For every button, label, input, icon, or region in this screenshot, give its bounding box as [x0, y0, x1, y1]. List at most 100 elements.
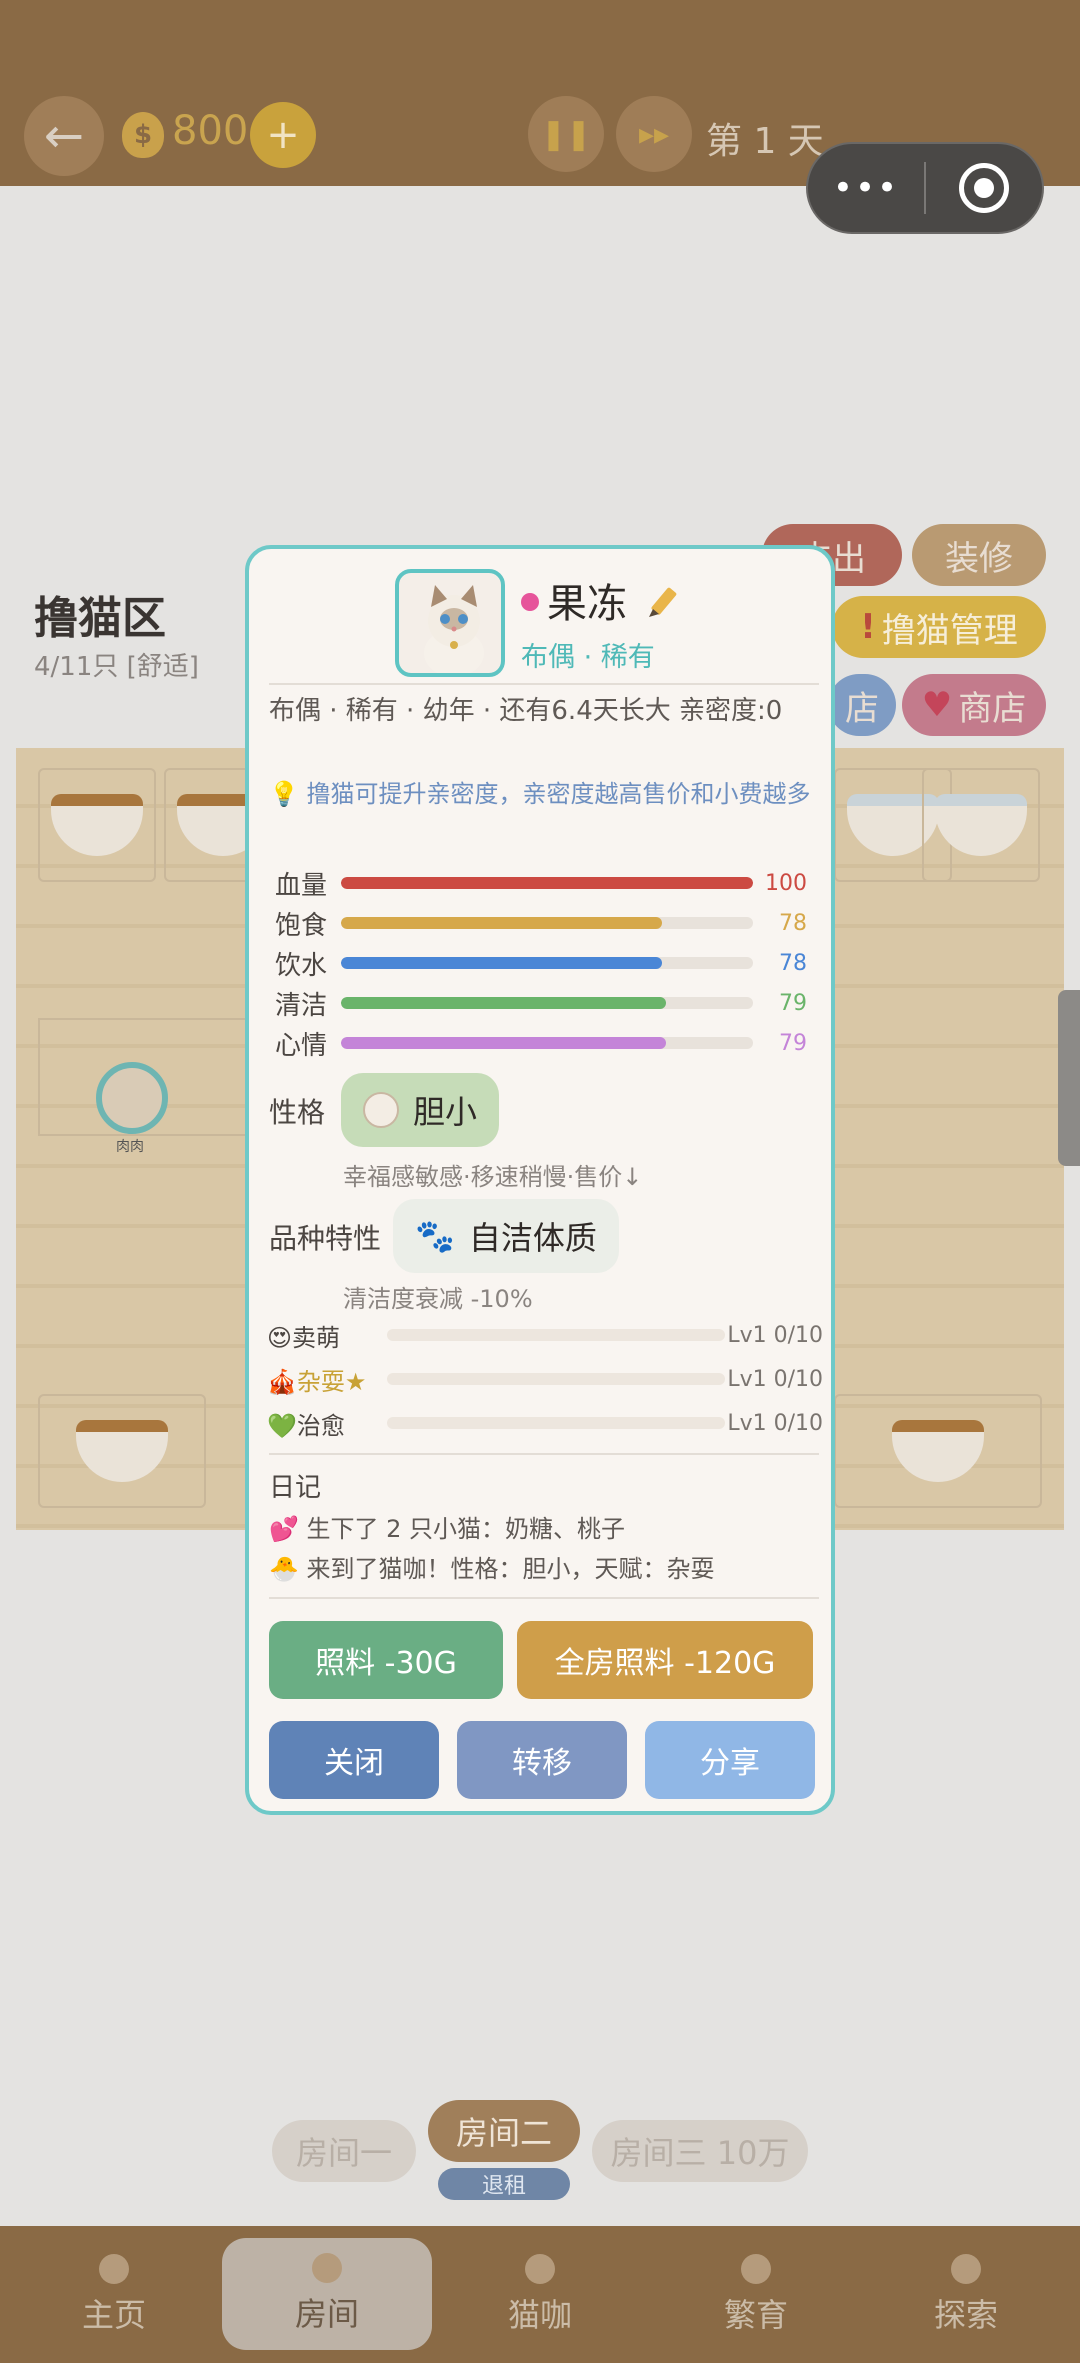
stat-row: 血量 100: [275, 863, 815, 903]
pause-button[interactable]: ❚❚: [528, 96, 604, 172]
skill-row: 💚治愈 Lv1 0/10: [267, 1403, 823, 1443]
care-button[interactable]: 照料 -30G: [269, 1621, 503, 1699]
divider: [269, 683, 819, 685]
back-button[interactable]: ←: [24, 96, 104, 176]
breed-trait-chip: 🐾 自洁体质: [393, 1199, 619, 1273]
skill-progress-bar: [387, 1417, 725, 1429]
water-bowl-icon: [935, 794, 1027, 856]
hearts-icon: 💕: [269, 1515, 299, 1543]
breed-trait-label: 品种特性: [269, 1222, 382, 1255]
add-coins-button[interactable]: +: [250, 102, 316, 168]
nav-breed[interactable]: 繁育: [648, 2226, 864, 2363]
stat-bar-fill: [341, 877, 753, 889]
cat-breed-rarity: 布偶 · 稀有: [521, 642, 655, 673]
stat-row: 清洁 79: [275, 983, 815, 1023]
skill-row: 🎪杂耍★ Lv1 0/10: [267, 1359, 823, 1399]
stat-bar: [341, 877, 753, 889]
chick-icon: 🐣: [269, 1555, 299, 1583]
gender-dot-icon: [521, 593, 539, 611]
money-bag-icon: $: [122, 112, 164, 158]
skill-name: 😍卖萌: [267, 1323, 341, 1352]
decorate-button[interactable]: 装修: [912, 524, 1046, 586]
stat-bar: [341, 957, 753, 969]
stat-label: 血量: [275, 870, 328, 901]
store-button-partial[interactable]: 店: [828, 674, 896, 736]
more-options-button[interactable]: •••: [808, 168, 924, 208]
cancel-lease-button[interactable]: 退租: [438, 2168, 570, 2200]
food-bowl-slot[interactable]: [834, 1394, 1042, 1508]
room-tab-3[interactable]: 房间三 10万: [592, 2120, 808, 2182]
pause-icon: ❚❚: [540, 116, 592, 152]
cat-management-button[interactable]: ! 撸猫管理: [832, 596, 1046, 658]
cat-name: 果冻: [547, 581, 627, 627]
star-icon: ★: [344, 1367, 367, 1396]
water-bowl-slot[interactable]: [922, 768, 1040, 882]
food-bowl-icon: [892, 1420, 984, 1482]
stat-label: 饮水: [275, 950, 328, 981]
food-bowl-icon: [76, 1420, 168, 1482]
cat-sprite[interactable]: [96, 1062, 168, 1134]
target-circle-icon: [959, 163, 1009, 213]
stat-row: 心情 79: [275, 1023, 815, 1063]
skill-progress-bar: [387, 1373, 725, 1385]
plus-icon: +: [266, 112, 300, 158]
skill-row: 😍卖萌 Lv1 0/10: [267, 1315, 823, 1355]
diary-entry: 🐣 来到了猫咖！性格：胆小，天赋：杂耍: [269, 1555, 715, 1583]
explore-icon: [951, 2253, 981, 2284]
skill-icon: 💚: [267, 1411, 297, 1440]
room-tab-1[interactable]: 房间一: [272, 2120, 416, 2182]
area-capacity: 4/11只 [舒适]: [34, 652, 199, 682]
cafe-icon: [525, 2253, 555, 2284]
stat-row: 饮水 78: [275, 943, 815, 983]
transfer-button[interactable]: 转移: [457, 1721, 627, 1799]
more-dots-icon: •••: [832, 168, 900, 208]
timid-cat-icon: [363, 1092, 399, 1128]
food-bowl-slot[interactable]: [38, 1394, 206, 1508]
skill-name: 💚治愈: [267, 1411, 345, 1440]
lightbulb-icon: 💡: [269, 780, 299, 808]
cat-description: 布偶 · 稀有 · 幼年 · 还有6.4天长大 亲密度:0: [269, 696, 783, 726]
food-bowl-icon: [51, 794, 143, 856]
divider: [269, 1453, 819, 1455]
home-icon: [99, 2253, 129, 2284]
side-panel-handle[interactable]: [1058, 990, 1080, 1166]
personality-label: 性格: [269, 1096, 326, 1129]
nav-explore[interactable]: 探索: [858, 2226, 1074, 2363]
affinity-tip: 💡 撸猫可提升亲密度，亲密度越高售价和小费越多: [269, 780, 811, 808]
coin-balance: 800: [172, 108, 249, 154]
skill-name: 🎪杂耍★: [267, 1367, 367, 1396]
stat-label: 心情: [275, 1030, 328, 1061]
skill-icon: 🎪: [267, 1367, 297, 1396]
personality-chip: 胆小: [341, 1073, 500, 1147]
food-bowl-slot[interactable]: [38, 768, 156, 882]
personality-effect: 幸福感敏感·移速稍慢·售价↓: [343, 1163, 643, 1191]
skill-progress-bar: [387, 1329, 725, 1341]
stat-bar: [341, 1037, 753, 1049]
nav-cafe[interactable]: 猫咖: [432, 2226, 648, 2363]
room-icon: [312, 2253, 342, 2283]
paw-icon: 🐾: [415, 1217, 455, 1255]
room-tab-2[interactable]: 房间二: [428, 2100, 580, 2162]
close-button[interactable]: 关闭: [269, 1721, 439, 1799]
stat-row: 饱食 78: [275, 903, 815, 943]
care-all-button[interactable]: 全房照料 -120G: [517, 1621, 813, 1699]
stat-label: 饱食: [275, 910, 328, 941]
stat-bar: [341, 997, 753, 1009]
diary-entry: 💕 生下了 2 只小猫：奶糖、桃子: [269, 1515, 626, 1543]
share-button[interactable]: 分享: [645, 1721, 815, 1799]
heart-icon: ♥: [921, 685, 953, 725]
pencil-icon[interactable]: [643, 583, 683, 623]
stat-bar-fill: [341, 1037, 667, 1049]
breed-icon: [741, 2253, 771, 2284]
stat-value: 79: [779, 1030, 807, 1056]
nav-home[interactable]: 主页: [6, 2226, 222, 2363]
miniprogram-capsule: •••: [806, 142, 1044, 234]
fast-forward-icon: ▸▸: [638, 116, 670, 152]
close-miniprogram-button[interactable]: [926, 163, 1042, 213]
skill-level: Lv1 0/10: [727, 1322, 823, 1348]
fast-forward-button[interactable]: ▸▸: [616, 96, 692, 172]
shop-button[interactable]: ♥ 商店: [902, 674, 1046, 736]
stat-bar-fill: [341, 997, 667, 1009]
skill-level: Lv1 0/10: [727, 1366, 823, 1392]
nav-room[interactable]: 房间: [222, 2238, 432, 2350]
